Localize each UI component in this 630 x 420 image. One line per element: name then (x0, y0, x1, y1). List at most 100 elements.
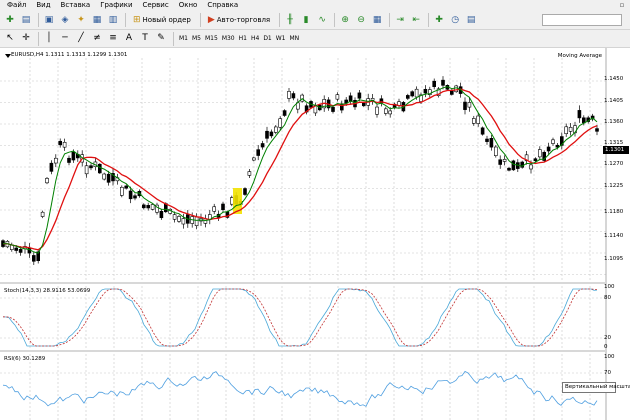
candlestick-icon[interactable]: ▮ (299, 13, 313, 28)
candle-body (564, 126, 569, 135)
chart-canvas[interactable] (0, 48, 630, 420)
channel-icon[interactable]: ≠ (90, 31, 104, 46)
new-chart-icon[interactable]: ✚ (3, 13, 17, 28)
candle-body (62, 141, 67, 148)
candle-body (414, 88, 419, 98)
candle-body (142, 204, 146, 209)
auto-trading-label: Авто-торговля (216, 15, 271, 24)
candle-body (221, 203, 225, 210)
menu-tools[interactable]: Сервис (138, 0, 174, 11)
profiles-icon[interactable]: ▤ (19, 13, 33, 28)
bar-chart-icon[interactable]: ╫ (283, 13, 297, 28)
line-chart-icon[interactable]: ∿ (315, 13, 329, 28)
candle-body (252, 157, 256, 161)
candle-body (89, 165, 93, 169)
candle-body (260, 143, 265, 148)
candle-body (410, 91, 415, 97)
candle-body (485, 138, 489, 142)
candle-body (511, 160, 516, 171)
auto-scroll-icon[interactable]: ⇥ (393, 13, 407, 28)
candle-body (361, 102, 366, 107)
candle-body (529, 164, 533, 170)
stoch-level-label: 0 (604, 344, 608, 350)
candle-body (230, 197, 234, 205)
current-price-tag: 1.1301 (603, 146, 629, 154)
terminal-icon[interactable]: ▦ (90, 13, 104, 28)
crosshair-icon[interactable]: ✛ (19, 31, 33, 46)
candle-body (212, 206, 216, 212)
periods-icon[interactable]: ◷ (448, 13, 462, 28)
chart-window[interactable]: EURUSD,H4 1.1311 1.1313 1.1299 1.1301 Mo… (0, 48, 630, 420)
indicators-icon[interactable]: ✚ (432, 13, 446, 28)
candle-body (14, 247, 18, 251)
tester-icon[interactable]: ▥ (106, 13, 120, 28)
timeframe-w1[interactable]: W1 (274, 35, 288, 42)
search-input[interactable] (542, 14, 622, 26)
navigator-icon[interactable]: ✦ (74, 13, 88, 28)
stoch-main-line (2, 288, 598, 347)
tile-windows-icon[interactable]: ▦ (370, 13, 384, 28)
candle-body (546, 146, 551, 152)
candle-body (120, 186, 124, 196)
new-order-button[interactable]: ⊞ Новый ордер (129, 13, 195, 28)
menu-view[interactable]: Вид (31, 0, 55, 11)
pane-separator[interactable] (0, 282, 606, 284)
pane-separator[interactable] (0, 350, 606, 352)
market-watch-icon[interactable]: ▣ (42, 13, 56, 28)
candle-body (432, 80, 437, 87)
zoom-out-icon[interactable]: ⊖ (354, 13, 368, 28)
menu-charts[interactable]: Графики (95, 0, 137, 11)
candle-body (467, 102, 472, 108)
candle-body (265, 130, 269, 139)
candle-body (181, 218, 186, 225)
fibonacci-icon[interactable]: ≡ (106, 31, 120, 46)
candle-body (133, 195, 137, 199)
timeframe-m1[interactable]: M1 (177, 35, 190, 42)
candle-body (441, 79, 445, 86)
price-label: 1.1095 (604, 256, 624, 262)
stoch-label: Stoch(14,3,3) 28.9116 53.0699 (4, 288, 91, 294)
candle-body (31, 255, 36, 262)
rsi-level-label: 70 (604, 370, 611, 376)
timeframe-m5[interactable]: M5 (190, 35, 203, 42)
chart-shift-icon[interactable]: ⇤ (409, 13, 423, 28)
menu-help[interactable]: Справка (202, 0, 243, 11)
price-label: 1.1225 (604, 183, 624, 189)
vertical-scale-tooltip: Вертикальный масштаб (562, 382, 630, 393)
cursor-icon[interactable]: ↖ (3, 31, 17, 46)
candle-body (471, 118, 476, 124)
candle-body (273, 126, 278, 133)
data-window-icon[interactable]: ◈ (58, 13, 72, 28)
candle-body (58, 140, 63, 146)
main-toolbar: ✚ ▤ ▣ ◈ ✦ ▦ ▥ ⊞ Новый ордер ▶ Авто-торговл… (0, 11, 630, 30)
candle-body (423, 88, 428, 94)
timeframe-m15[interactable]: M15 (203, 35, 220, 42)
candle-body (335, 94, 340, 100)
timeframe-mn[interactable]: MN (288, 35, 302, 42)
timeframe-h1[interactable]: H1 (237, 35, 249, 42)
menu-file[interactable]: Файл (2, 0, 31, 11)
menu-insert[interactable]: Вставка (56, 0, 96, 11)
candle-body (53, 157, 58, 164)
candle-body (18, 249, 23, 253)
vertical-line-icon[interactable]: │ (42, 31, 56, 46)
candle-body (282, 110, 287, 116)
zoom-in-icon[interactable]: ⊕ (338, 13, 352, 28)
templates-icon[interactable]: ▤ (464, 13, 478, 28)
candle-body (247, 171, 252, 176)
restore-window-button[interactable]: ▫ (617, 1, 627, 10)
text-icon[interactable]: A (122, 31, 136, 46)
timeframe-h4[interactable]: H4 (249, 35, 261, 42)
timeframe-d1[interactable]: D1 (261, 35, 273, 42)
candle-body (194, 216, 199, 226)
timeframe-m30[interactable]: M30 (220, 35, 237, 42)
candle-body (537, 149, 542, 158)
label-icon[interactable]: T (138, 31, 152, 46)
shapes-icon[interactable]: ✎ (154, 31, 168, 46)
price-label: 1.1140 (604, 233, 624, 239)
auto-trading-button[interactable]: ▶ Авто-торговля (204, 13, 274, 28)
trendline-icon[interactable]: ╱ (74, 31, 88, 46)
horizontal-line-icon[interactable]: ─ (58, 31, 72, 46)
menu-window[interactable]: Окно (174, 0, 203, 11)
rsi-line (2, 370, 598, 407)
